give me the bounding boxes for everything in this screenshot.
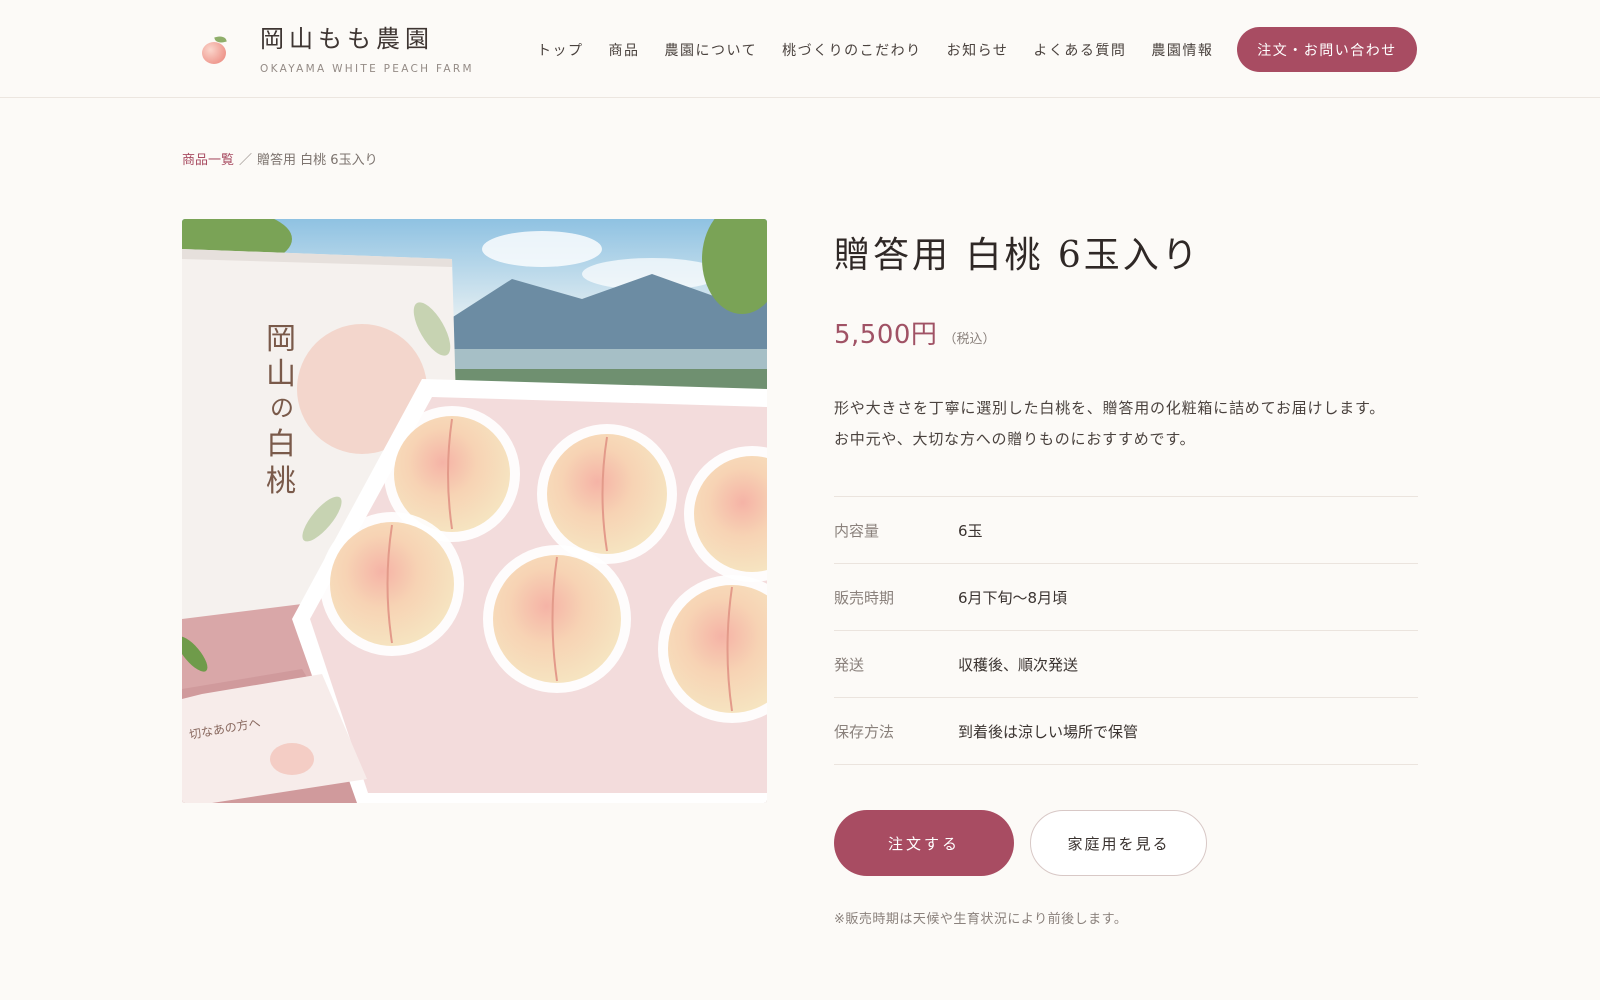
description-line-1: 形や大きさを丁寧に選別した白桃を、贈答用の化粧箱に詰めてお届けします。: [834, 399, 1386, 417]
spec-row-season: 販売時期 6月下旬〜8月頃: [834, 564, 1418, 631]
box-text-no: の: [270, 394, 294, 422]
product-description: 形や大きさを丁寧に選別した白桃を、贈答用の化粧箱に詰めてお届けします。 お中元や…: [834, 393, 1434, 455]
brand-name: 岡山もも農園: [260, 25, 434, 53]
nav-item-top[interactable]: トップ: [537, 40, 584, 60]
box-text-shiro: 白: [266, 427, 296, 462]
nav-item-products[interactable]: 商品: [609, 40, 640, 60]
nav-item-news[interactable]: お知らせ: [947, 40, 1009, 60]
product-title: 贈答用 白桃 6玉入り: [834, 235, 1201, 276]
tax-note: （税込）: [943, 332, 996, 347]
price-row: 5,500円 （税込）: [834, 314, 995, 351]
nav-item-commitment[interactable]: 桃づくりのこだわり: [782, 40, 922, 60]
spec-label: 販売時期: [834, 588, 895, 607]
breadcrumb-separator: ／: [239, 153, 253, 168]
box-text-momo: 桃: [266, 464, 296, 499]
box-text-okayama: 岡: [266, 322, 296, 357]
spec-label: 発送: [834, 655, 865, 674]
spec-value: 到着後は涼しい場所で保管: [958, 722, 1139, 741]
spec-row-storage: 保存方法 到着後は涼しい場所で保管: [834, 698, 1418, 765]
box-text-yama: 山: [266, 357, 296, 392]
nav-item-farm-info[interactable]: 農園情報: [1151, 40, 1213, 60]
spec-label: 保存方法: [834, 722, 895, 741]
season-note: ※販売時期は天候や生育状況により前後します。: [834, 912, 1128, 927]
spec-label: 内容量: [834, 521, 880, 540]
nav-item-about[interactable]: 農園について: [665, 40, 758, 60]
nav-item-faq[interactable]: よくある質問: [1033, 40, 1126, 60]
spec-value: 6月下旬〜8月頃: [958, 588, 1068, 607]
spec-row-shipping: 発送 収穫後、順次発送: [834, 631, 1418, 698]
breadcrumb-parent-link[interactable]: 商品一覧: [182, 153, 234, 168]
peach-logo-icon: [200, 34, 230, 66]
site-logo[interactable]: 岡山もも農園 OKAYAMA WHITE PEACH FARM: [200, 24, 474, 75]
product-price: 5,500円: [834, 320, 938, 350]
breadcrumb: 商品一覧 ／ 贈答用 白桃 6玉入り: [182, 149, 378, 168]
spec-table: 内容量 6玉 販売時期 6月下旬〜8月頃 発送 収穫後、順次発送 保存方法 到着…: [834, 496, 1418, 765]
view-home-use-button[interactable]: 家庭用を見る: [1030, 810, 1207, 876]
brand-subtitle: OKAYAMA WHITE PEACH FARM: [260, 63, 474, 75]
contact-button[interactable]: 注文・お問い合わせ: [1237, 27, 1417, 72]
breadcrumb-current: 贈答用 白桃 6玉入り: [257, 153, 378, 168]
spec-value: 6玉: [958, 521, 983, 540]
product-image: 岡 山 の 白 桃 切なあの方へ: [182, 219, 767, 803]
gift-box-peach-illustration: 岡 山 の 白 桃 切なあの方へ: [182, 219, 767, 803]
site-header: 岡山もも農園 OKAYAMA WHITE PEACH FARM トップ 商品 農…: [0, 0, 1600, 98]
spec-row-quantity: 内容量 6玉: [834, 497, 1418, 564]
spec-value: 収穫後、順次発送: [958, 655, 1079, 674]
main-nav: トップ 商品 農園について 桃づくりのこだわり お知らせ よくある質問 農園情報: [537, 40, 1213, 60]
order-button[interactable]: 注文する: [834, 810, 1014, 876]
description-line-2: お中元や、大切な方への贈りものにおすすめです。: [834, 430, 1196, 448]
